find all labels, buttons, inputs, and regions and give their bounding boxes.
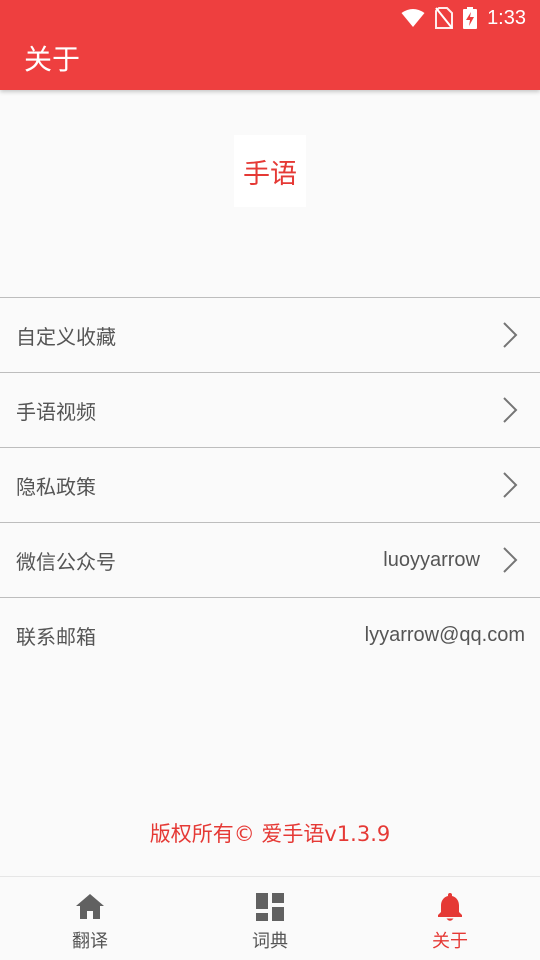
settings-menu: 自定义收藏 手语视频 隐私政策 微信公众号 luoyyarrow 联系邮箱 ly… (0, 297, 540, 672)
menu-item-wechat[interactable]: 微信公众号 luoyyarrow (0, 522, 540, 597)
status-time: 1:33 (487, 6, 526, 29)
copyright-text: 版权所有© 爱手语v1.3.9 (149, 822, 391, 846)
app-bar: 1:33 关于 (0, 0, 540, 90)
nav-label: 翻译 (72, 931, 108, 952)
menu-item-privacy-policy[interactable]: 隐私政策 (0, 447, 540, 522)
menu-item-label: 隐私政策 (16, 474, 96, 499)
battery-charging-icon (463, 7, 478, 29)
wifi-icon (401, 9, 425, 27)
logo-text: 手语 (243, 158, 297, 190)
nav-label: 关于 (432, 931, 468, 952)
menu-item-label: 自定义收藏 (16, 324, 116, 349)
menu-item-label: 联系邮箱 (16, 624, 96, 649)
menu-item-label: 手语视频 (16, 399, 96, 424)
email-value: lyyarrow@qq.com (364, 623, 525, 646)
app-logo: 手语 (234, 135, 306, 207)
nav-item-about[interactable]: 关于 (360, 877, 540, 960)
bell-icon (438, 893, 462, 921)
nav-label: 词典 (252, 931, 288, 952)
status-bar: 1:33 (0, 0, 540, 36)
chevron-right-icon (503, 547, 518, 573)
home-icon (76, 894, 104, 919)
menu-item-favorites[interactable]: 自定义收藏 (0, 297, 540, 372)
no-sim-icon (435, 7, 454, 29)
wechat-account-value: luoyyarrow (383, 548, 480, 571)
chevron-right-icon (503, 472, 518, 498)
chevron-right-icon (503, 397, 518, 423)
bottom-navigation: 翻译 词典 关于 (0, 876, 540, 960)
dashboard-icon (256, 893, 284, 921)
chevron-right-icon (503, 322, 518, 348)
nav-item-translate[interactable]: 翻译 (0, 877, 180, 960)
menu-item-email[interactable]: 联系邮箱 lyyarrow@qq.com (0, 597, 540, 672)
menu-item-label: 微信公众号 (16, 549, 116, 574)
nav-item-dictionary[interactable]: 词典 (180, 877, 360, 960)
page-title: 关于 (24, 43, 81, 76)
menu-item-sign-video[interactable]: 手语视频 (0, 372, 540, 447)
